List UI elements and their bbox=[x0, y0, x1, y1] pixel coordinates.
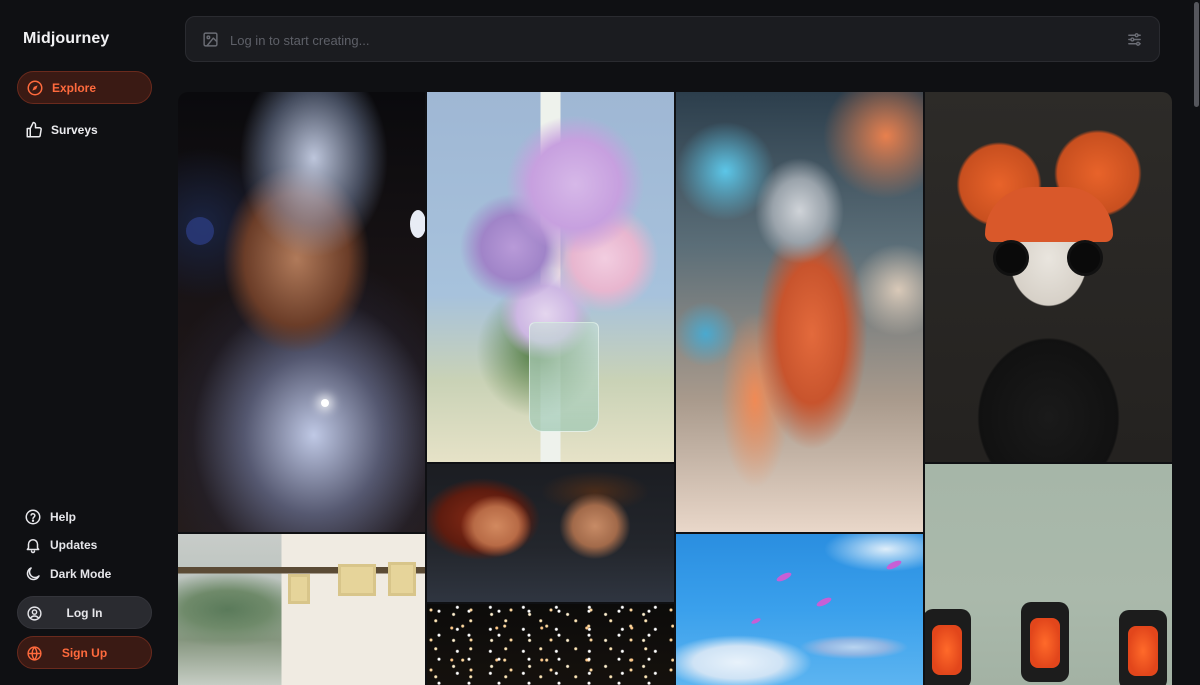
house-window bbox=[388, 562, 416, 596]
gallery-image-sky[interactable] bbox=[676, 534, 923, 685]
help-link[interactable]: Help bbox=[17, 505, 152, 529]
gallery-image-starfield[interactable] bbox=[427, 604, 674, 685]
explore-gallery bbox=[178, 92, 1172, 685]
nav-surveys-label: Surveys bbox=[51, 122, 98, 137]
sky-fish bbox=[775, 570, 793, 584]
nav-explore[interactable]: Explore bbox=[17, 71, 152, 104]
dark-mode-label: Dark Mode bbox=[50, 567, 112, 581]
user-circle-icon bbox=[27, 606, 42, 621]
nav-surveys[interactable]: Surveys bbox=[17, 113, 152, 146]
vase-shape bbox=[529, 322, 599, 432]
updates-link[interactable]: Updates bbox=[17, 533, 152, 557]
image-icon[interactable] bbox=[202, 31, 219, 48]
robot-shape bbox=[1021, 602, 1069, 682]
thumbs-up-icon bbox=[26, 121, 42, 137]
robot-shape bbox=[925, 609, 971, 685]
sparkle-highlight bbox=[321, 399, 329, 407]
bokeh-dot bbox=[186, 217, 214, 245]
gallery-image-fox[interactable] bbox=[676, 92, 923, 532]
login-button[interactable]: Log In bbox=[17, 596, 152, 629]
signup-button[interactable]: Sign Up bbox=[17, 636, 152, 669]
brand-logo[interactable]: Midjourney bbox=[23, 30, 109, 48]
compass-icon bbox=[27, 80, 43, 95]
nav-explore-label: Explore bbox=[52, 80, 97, 95]
sky-fish bbox=[815, 595, 833, 609]
sky-fish bbox=[750, 617, 762, 625]
updates-label: Updates bbox=[50, 538, 98, 552]
sky-fish bbox=[885, 558, 903, 572]
dark-mode-toggle[interactable]: Dark Mode bbox=[17, 562, 152, 586]
bokeh-dot bbox=[410, 210, 425, 238]
gallery-image-flowers[interactable] bbox=[427, 92, 674, 462]
scrollbar-thumb[interactable] bbox=[1194, 2, 1199, 107]
help-label: Help bbox=[50, 510, 77, 524]
doll-glasses-left bbox=[993, 240, 1029, 276]
app-root: Midjourney Explore Surveys Help Updates … bbox=[0, 0, 1200, 685]
gallery-image-crystal-portrait[interactable] bbox=[178, 92, 425, 532]
gallery-image-doll[interactable] bbox=[925, 92, 1172, 462]
sidebar: Midjourney Explore Surveys Help Updates … bbox=[0, 0, 170, 685]
doll-hair bbox=[985, 187, 1113, 242]
page-scrollbar[interactable] bbox=[1192, 0, 1200, 685]
prompt-bar bbox=[185, 16, 1160, 62]
moon-icon bbox=[26, 567, 40, 581]
prompt-input[interactable] bbox=[230, 29, 1090, 51]
gallery-image-robots[interactable] bbox=[925, 464, 1172, 685]
gallery-image-house[interactable] bbox=[178, 534, 425, 685]
house-window bbox=[288, 574, 310, 604]
sliders-icon[interactable] bbox=[1126, 31, 1143, 48]
bell-icon bbox=[26, 539, 40, 554]
globe-icon bbox=[27, 646, 42, 661]
help-circle-icon bbox=[25, 509, 41, 525]
gallery-image-couple[interactable] bbox=[427, 464, 674, 602]
house-window bbox=[338, 564, 376, 596]
robot-shape bbox=[1119, 610, 1167, 685]
doll-glasses-right bbox=[1067, 240, 1103, 276]
